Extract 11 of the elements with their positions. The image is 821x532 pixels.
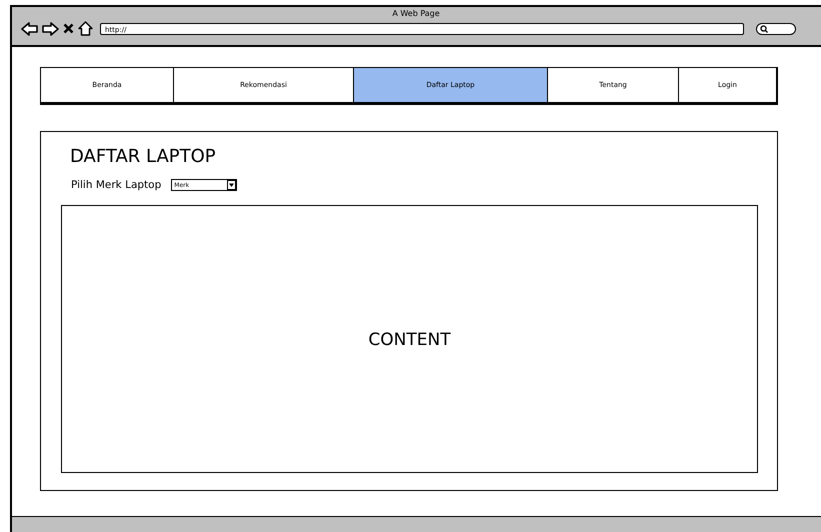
search-field[interactable] [756, 22, 796, 34]
dropdown-caret-icon [227, 180, 236, 190]
close-icon[interactable] [63, 23, 74, 34]
page-heading: DAFTAR LAPTOP [70, 146, 217, 169]
filter-label: Pilih Merk Laptop [71, 179, 162, 191]
search-icon [760, 24, 768, 32]
content-label: CONTENT [368, 330, 451, 350]
home-icon[interactable] [78, 21, 93, 36]
forward-arrow-icon[interactable] [42, 22, 59, 36]
back-arrow-icon[interactable] [21, 22, 38, 36]
window-title: A Web Page [391, 9, 441, 20]
